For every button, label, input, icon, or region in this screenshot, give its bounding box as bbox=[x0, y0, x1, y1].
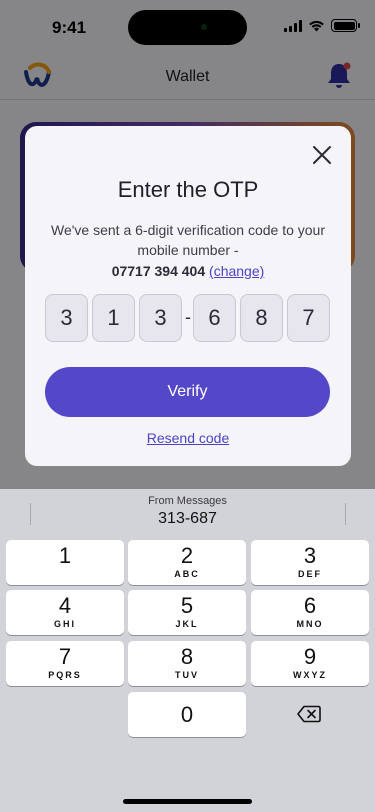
verify-button[interactable]: Verify bbox=[45, 367, 330, 417]
key-number: 9 bbox=[303, 644, 317, 669]
otp-separator: - bbox=[185, 307, 191, 327]
key-3[interactable]: 3 DEF bbox=[251, 540, 369, 585]
key-number: 7 bbox=[58, 644, 72, 669]
otp-digit-2[interactable]: 1 bbox=[92, 294, 135, 342]
close-icon[interactable] bbox=[311, 144, 333, 166]
key-number: 2 bbox=[180, 543, 194, 568]
suggestion-source: From Messages bbox=[148, 495, 227, 507]
key-9[interactable]: 9 WXYZ bbox=[251, 641, 369, 686]
otp-digit-4[interactable]: 6 bbox=[193, 294, 236, 342]
key-number: 4 bbox=[58, 593, 72, 618]
key-letters: ABC bbox=[174, 569, 200, 579]
key-letters: PQRS bbox=[48, 670, 82, 680]
otp-digit-1[interactable]: 3 bbox=[45, 294, 88, 342]
key-letters: GHI bbox=[53, 619, 76, 629]
key-7[interactable]: 7 PQRS bbox=[6, 641, 124, 686]
otp-autofill-suggestion[interactable]: From Messages 313-687 bbox=[30, 495, 345, 535]
phone-number: 07717 394 404 bbox=[111, 263, 206, 279]
otp-digit-5[interactable]: 8 bbox=[240, 294, 283, 342]
key-1[interactable]: 1 bbox=[6, 540, 124, 585]
otp-modal: Enter the OTP We've sent a 6-digit verif… bbox=[25, 126, 351, 466]
key-letters: TUV bbox=[175, 670, 199, 680]
key-number: 6 bbox=[303, 593, 317, 618]
backspace-icon bbox=[297, 705, 321, 722]
key-5[interactable]: 5 JKL bbox=[128, 590, 246, 635]
suggestion-code: 313-687 bbox=[158, 510, 217, 527]
key-letters: DEF bbox=[298, 569, 322, 579]
suggestion-divider bbox=[345, 503, 346, 525]
otp-digit-6[interactable]: 7 bbox=[287, 294, 330, 342]
otp-digit-3[interactable]: 3 bbox=[139, 294, 182, 342]
key-0[interactable]: 0 bbox=[128, 692, 246, 737]
key-number: 0 bbox=[180, 702, 194, 727]
key-number: 8 bbox=[180, 644, 194, 669]
key-letters: WXYZ bbox=[293, 670, 327, 680]
resend-code-link[interactable]: Resend code bbox=[25, 430, 351, 446]
home-indicator bbox=[123, 799, 252, 804]
backspace-key[interactable] bbox=[250, 691, 368, 736]
key-number: 5 bbox=[180, 593, 194, 618]
phone-line: 07717 394 404 (change) bbox=[25, 262, 351, 280]
key-number: 3 bbox=[303, 543, 317, 568]
key-letters: JKL bbox=[175, 619, 199, 629]
key-number: 1 bbox=[58, 543, 72, 568]
numeric-keyboard: From Messages 313-687 1 2 ABC 3 DEF 4 GH… bbox=[0, 489, 375, 812]
change-number-link[interactable]: (change) bbox=[209, 263, 264, 279]
key-8[interactable]: 8 TUV bbox=[128, 641, 246, 686]
key-2[interactable]: 2 ABC bbox=[128, 540, 246, 585]
key-6[interactable]: 6 MNO bbox=[251, 590, 369, 635]
key-4[interactable]: 4 GHI bbox=[6, 590, 124, 635]
key-letters: MNO bbox=[296, 619, 324, 629]
otp-description: We've sent a 6-digit verification code t… bbox=[51, 222, 325, 258]
modal-title: Enter the OTP bbox=[117, 177, 259, 202]
